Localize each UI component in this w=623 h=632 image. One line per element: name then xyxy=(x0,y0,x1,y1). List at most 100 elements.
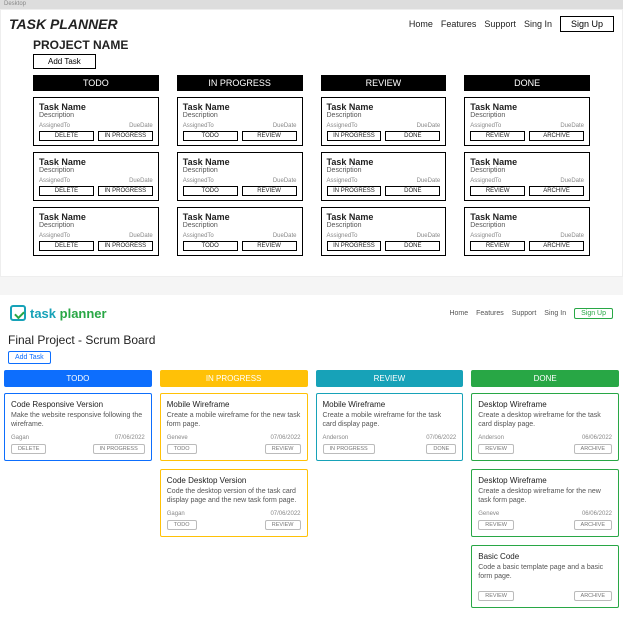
wf-column-head: TODO xyxy=(33,75,159,91)
sb-card-right-button[interactable]: In Progress xyxy=(93,444,145,454)
sb-card-left-button[interactable]: Todo xyxy=(167,444,197,454)
sb-task-card[interactable]: Mobile WireframeCreate a mobile wirefram… xyxy=(160,393,308,461)
wf-task-card[interactable]: Task NameDescriptionAssignedToDueDateREV… xyxy=(464,97,590,146)
sb-card-right-button[interactable]: Review xyxy=(265,444,301,454)
wf-card-desc: Description xyxy=(470,167,584,174)
sb-card-right-button[interactable]: done xyxy=(426,444,456,454)
wf-card-right-button[interactable]: IN PROGRESS xyxy=(98,186,153,196)
wf-card-right-button[interactable]: ARCHIVE xyxy=(529,241,584,251)
sb-card-assignee: Gagan xyxy=(167,511,185,517)
wf-card-desc: Description xyxy=(470,112,584,119)
sb-nav-signin[interactable]: Sing In xyxy=(544,310,566,317)
wf-task-card[interactable]: Task NameDescriptionAssignedToDueDateIN … xyxy=(321,207,447,256)
sb-card-right-button[interactable]: Archive xyxy=(574,591,612,601)
sb-card-left-button[interactable]: Review xyxy=(478,444,514,454)
wf-nav: Home Features Support Sing In Sign Up xyxy=(409,16,614,32)
wf-assigned-label: AssignedTo xyxy=(327,178,358,184)
wf-card-left-button[interactable]: TODO xyxy=(183,241,238,251)
wf-task-card[interactable]: Task NameDescriptionAssignedToDueDateDEL… xyxy=(33,97,159,146)
sb-card-right-button[interactable]: Archive xyxy=(574,444,612,454)
wf-task-card[interactable]: Task NameDescriptionAssignedToDueDateTOD… xyxy=(177,97,303,146)
wf-due-label: DueDate xyxy=(129,178,153,184)
wf-card-title: Task Name xyxy=(327,212,441,222)
wf-add-task-button[interactable]: Add Task xyxy=(33,54,96,69)
sb-card-assignee: Gagan xyxy=(11,435,29,441)
wf-nav-features[interactable]: Features xyxy=(441,19,477,29)
sb-task-card[interactable]: Desktop WireframeCreate a desktop wirefr… xyxy=(471,393,619,461)
wf-task-card[interactable]: Task NameDescriptionAssignedToDueDateREV… xyxy=(464,207,590,256)
wf-logo: TASK PLANNER xyxy=(9,16,118,32)
wf-card-title: Task Name xyxy=(39,102,153,112)
sb-col-head-prog: IN PROGRESS xyxy=(160,370,308,387)
wf-card-right-button[interactable]: ARCHIVE xyxy=(529,186,584,196)
sb-card-right-button[interactable]: Review xyxy=(265,520,301,530)
wf-card-left-button[interactable]: IN PROGRESS xyxy=(327,131,382,141)
wf-card-left-button[interactable]: REVIEW xyxy=(470,241,525,251)
sb-nav: Home Features Support Sing In Sign Up xyxy=(449,308,613,319)
wf-due-label: DueDate xyxy=(417,178,441,184)
wf-card-desc: Description xyxy=(327,167,441,174)
wf-card-left-button[interactable]: DELETE xyxy=(39,241,94,251)
sb-task-card[interactable]: Basic CodeCode a basic template page and… xyxy=(471,545,619,607)
wf-card-right-button[interactable]: DONE xyxy=(385,131,440,141)
wf-card-right-button[interactable]: IN PROGRESS xyxy=(98,241,153,251)
sb-card-left-button[interactable]: In Progress xyxy=(323,444,375,454)
wf-card-left-button[interactable]: TODO xyxy=(183,131,238,141)
sb-card-left-button[interactable]: Todo xyxy=(167,520,197,530)
sb-col-head-rev: REVIEW xyxy=(316,370,464,387)
sb-nav-support[interactable]: Support xyxy=(512,310,537,317)
wf-card-right-button[interactable]: IN PROGRESS xyxy=(98,131,153,141)
wf-card-right-button[interactable]: DONE xyxy=(385,241,440,251)
wf-signup-button[interactable]: Sign Up xyxy=(560,16,614,32)
sb-task-card[interactable]: Code Desktop VersionCode the desktop ver… xyxy=(160,469,308,537)
wireframe-board: TASK PLANNER Home Features Support Sing … xyxy=(0,9,623,277)
sb-add-task-button[interactable]: Add Task xyxy=(8,351,51,364)
sb-card-left-button[interactable]: Review xyxy=(478,520,514,530)
wf-task-card[interactable]: Task NameDescriptionAssignedToDueDateDEL… xyxy=(33,207,159,256)
wf-card-right-button[interactable]: ARCHIVE xyxy=(529,131,584,141)
wf-nav-support[interactable]: Support xyxy=(484,19,516,29)
wf-task-card[interactable]: Task NameDescriptionAssignedToDueDateTOD… xyxy=(177,207,303,256)
sb-card-desc: Make the website responsive following th… xyxy=(11,411,145,429)
wf-card-title: Task Name xyxy=(39,157,153,167)
sb-card-left-button[interactable]: delete xyxy=(11,444,46,454)
wf-card-left-button[interactable]: DELETE xyxy=(39,186,94,196)
sb-card-date: 07/06/2022 xyxy=(426,435,456,441)
wf-card-right-button[interactable]: REVIEW xyxy=(242,131,297,141)
sb-card-left-button[interactable]: Review xyxy=(478,591,514,601)
sb-card-right-button[interactable]: Archive xyxy=(574,520,612,530)
wf-task-card[interactable]: Task NameDescriptionAssignedToDueDateTOD… xyxy=(177,152,303,201)
wf-task-card[interactable]: Task NameDescription AssignedTo DueDate IN … xyxy=(321,152,447,201)
wf-task-card[interactable]: Task NameDescriptionAssignedToDueDateREV… xyxy=(464,152,590,201)
wf-card-left-button[interactable]: REVIEW xyxy=(470,186,525,196)
sb-card-title: Code Responsive Version xyxy=(11,400,145,409)
wf-nav-signin[interactable]: Sing In xyxy=(524,19,552,29)
sb-task-card[interactable]: Mobile WireframeCreate a mobile wirefram… xyxy=(316,393,464,461)
wf-card-left-button[interactable]: IN PROGRESS xyxy=(327,241,382,251)
wf-card-left-button[interactable]: DELETE xyxy=(39,131,94,141)
sb-nav-home[interactable]: Home xyxy=(449,310,468,317)
wf-task-card[interactable]: Task NameDescriptionAssignedToDueDateDEL… xyxy=(33,152,159,201)
wf-task-card[interactable]: Task NameDescriptionAssignedToDueDateIN … xyxy=(321,97,447,146)
wf-card-title: Task Name xyxy=(183,157,297,167)
wf-card-title: Task Name xyxy=(470,102,584,112)
wf-card-left-button[interactable]: REVIEW xyxy=(470,131,525,141)
wf-card-right-button[interactable]: REVIEW xyxy=(242,241,297,251)
wf-due-label: DueDate xyxy=(417,233,441,239)
wf-due-label: DueDate xyxy=(273,178,297,184)
sb-task-card[interactable]: Desktop WireframeCreate a desktop wirefr… xyxy=(471,469,619,537)
wf-nav-home[interactable]: Home xyxy=(409,19,433,29)
wf-card-right-button[interactable]: REVIEW xyxy=(242,186,297,196)
wf-card-title: Task Name xyxy=(327,157,441,167)
wf-due-label: DueDate xyxy=(129,233,153,239)
sb-col-head-done: DONE xyxy=(471,370,619,387)
wf-card-left-button[interactable]: IN PROGRESS xyxy=(327,186,382,196)
checkmark-icon xyxy=(10,305,26,321)
sb-nav-features[interactable]: Features xyxy=(476,310,504,317)
sb-task-card[interactable]: Code Responsive Version Make the website … xyxy=(4,393,152,461)
wf-card-right-button[interactable]: DONE xyxy=(385,186,440,196)
wf-assigned-label: AssignedTo xyxy=(183,233,214,239)
sb-logo-text-a: task xyxy=(30,306,60,321)
sb-signup-button[interactable]: Sign Up xyxy=(574,308,613,319)
wf-card-left-button[interactable]: TODO xyxy=(183,186,238,196)
